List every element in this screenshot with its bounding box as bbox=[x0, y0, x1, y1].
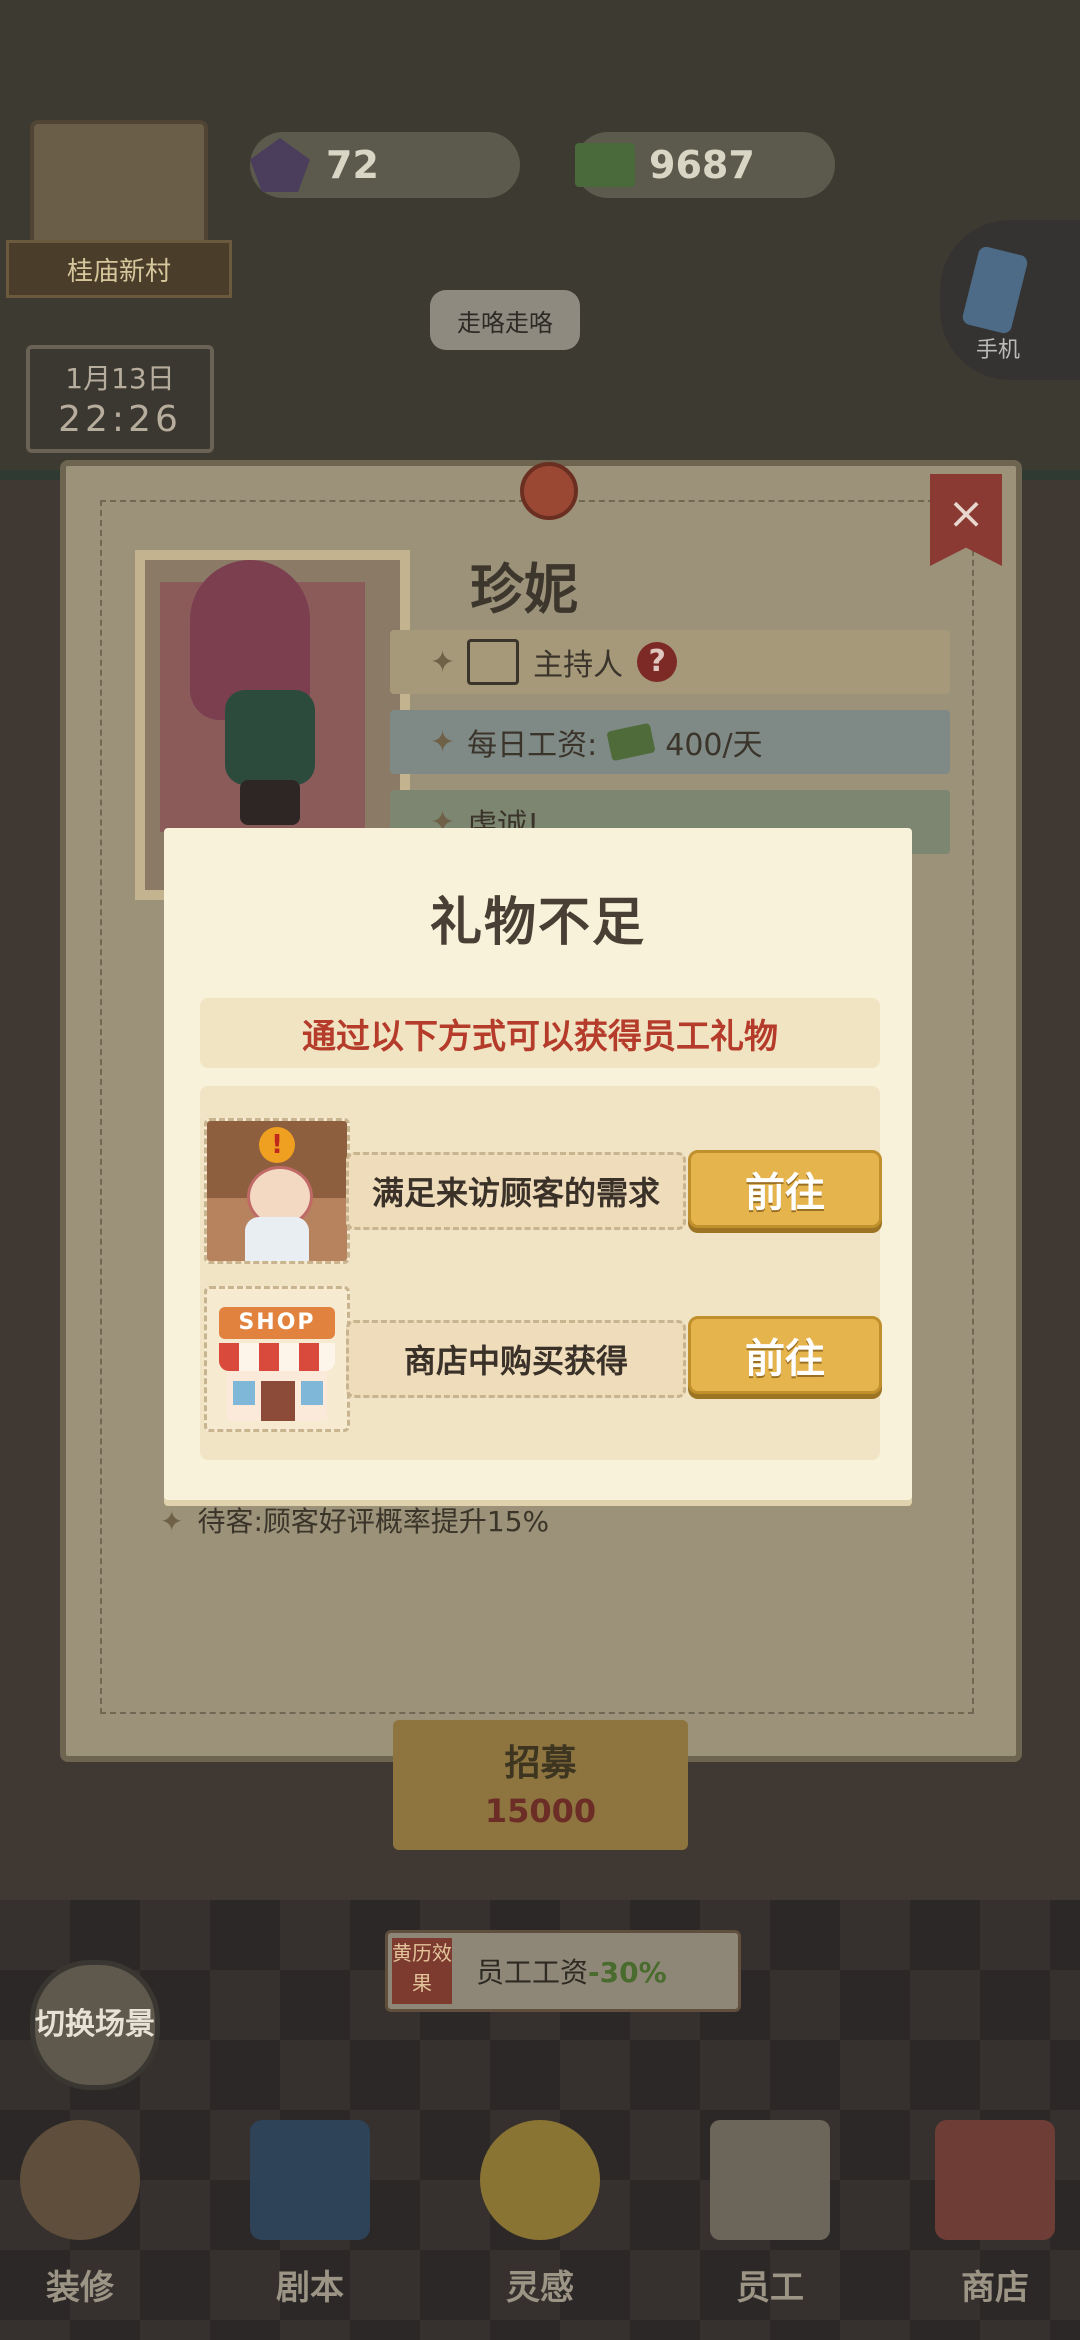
cash-value: 9687 bbox=[649, 143, 755, 187]
shop-window bbox=[301, 1381, 323, 1405]
go-shop-button[interactable]: 前往 bbox=[688, 1316, 882, 1394]
nav-staff[interactable]: 员工 bbox=[700, 2120, 840, 2320]
cash-icon bbox=[606, 722, 656, 762]
sparkle-icon: ✦ bbox=[430, 724, 456, 760]
bookshelf bbox=[30, 120, 208, 248]
trait-text: ✦ 待客:顾客好评概率提升15% bbox=[160, 1500, 549, 1540]
nav-script[interactable]: 剧本 bbox=[240, 2120, 380, 2320]
trait-label: 待客:顾客好评概率提升15% bbox=[197, 1505, 550, 1538]
character-body bbox=[225, 690, 315, 785]
calendar-effect-banner: 黄历效果 员工工资-30% bbox=[385, 1930, 741, 2012]
role-row: ✦ 主持人 ? bbox=[390, 630, 950, 694]
nav-shop[interactable]: 商店 bbox=[925, 2120, 1065, 2320]
nav-label: 灵感 bbox=[506, 2268, 574, 2308]
shop-awning bbox=[219, 1343, 335, 1371]
inspiration-icon bbox=[480, 2120, 600, 2240]
script-book-icon bbox=[250, 2120, 370, 2240]
character-name: 珍妮 bbox=[470, 558, 578, 621]
gems-counter[interactable]: 72 bbox=[250, 132, 520, 198]
option-shop-purchase: 商店中购买获得 bbox=[346, 1320, 686, 1398]
pin-icon bbox=[520, 462, 578, 520]
hire-button[interactable]: 招募 15000 bbox=[393, 1720, 688, 1850]
hire-label: 招募 bbox=[504, 1743, 577, 1784]
dialog-title: 礼物不足 bbox=[429, 893, 646, 953]
decorate-icon bbox=[20, 2120, 140, 2240]
phone-icon bbox=[961, 245, 1029, 335]
effect-label: 员工工资 bbox=[476, 1956, 589, 1989]
gem-icon bbox=[250, 138, 310, 192]
switch-scene-button[interactable]: 切换场景 bbox=[30, 1960, 160, 2090]
shop-door bbox=[261, 1381, 295, 1421]
shop-sign: SHOP bbox=[219, 1307, 335, 1339]
id-card-icon bbox=[467, 639, 520, 685]
hire-price: 15000 bbox=[484, 1792, 597, 1830]
phone-button[interactable]: 手机 bbox=[940, 220, 1080, 380]
cash-icon bbox=[575, 143, 635, 187]
cash-counter[interactable]: 9687 bbox=[575, 132, 835, 198]
shop-icon bbox=[935, 2120, 1055, 2240]
phone-label: 手机 bbox=[976, 338, 1021, 363]
time-label: 22:26 bbox=[58, 399, 182, 440]
sparkle-icon: ✦ bbox=[430, 644, 456, 680]
nav-label: 装修 bbox=[46, 2268, 114, 2308]
date-label: 1月13日 bbox=[65, 362, 175, 395]
shop-icon: SHOP bbox=[204, 1286, 350, 1432]
nav-decorate[interactable]: 装修 bbox=[10, 2120, 150, 2320]
girl-body bbox=[245, 1217, 309, 1261]
nav-label: 剧本 bbox=[276, 2268, 344, 2308]
wage-row: ✦ 每日工资: 400/天 bbox=[390, 710, 950, 774]
speech-bubble: 走咯走咯 bbox=[430, 290, 580, 350]
wage-label: 每日工资: bbox=[467, 728, 598, 763]
nav-label: 商店 bbox=[961, 2268, 1029, 2308]
help-icon[interactable]: ? bbox=[637, 642, 678, 682]
customer-girl-icon: ! bbox=[204, 1118, 350, 1264]
dialog-subtitle: 通过以下方式可以获得员工礼物 bbox=[200, 998, 880, 1068]
gems-value: 72 bbox=[326, 143, 379, 187]
exclamation-icon: ! bbox=[259, 1127, 295, 1163]
date-clock: 1月13日 22:26 bbox=[26, 345, 214, 453]
wage-value: 400/天 bbox=[665, 728, 763, 763]
role-label: 主持人 bbox=[533, 648, 624, 683]
effect-value: -30% bbox=[588, 1956, 667, 1989]
nav-label: 员工 bbox=[736, 2268, 804, 2308]
calendar-effect-text: 员工工资-30% bbox=[476, 1951, 667, 1991]
option-customer-demand: 满足来访顾客的需求 bbox=[346, 1152, 686, 1230]
shop-window bbox=[233, 1381, 255, 1405]
calendar-effect-tag: 黄历效果 bbox=[392, 1938, 452, 2004]
character-legs bbox=[240, 780, 300, 825]
sparkle-icon: ✦ bbox=[160, 1505, 184, 1538]
village-sign: 桂庙新村 bbox=[6, 240, 232, 298]
go-customer-button[interactable]: 前往 bbox=[688, 1150, 882, 1228]
nav-inspiration[interactable]: 灵感 bbox=[470, 2120, 610, 2320]
staff-card-icon bbox=[710, 2120, 830, 2240]
